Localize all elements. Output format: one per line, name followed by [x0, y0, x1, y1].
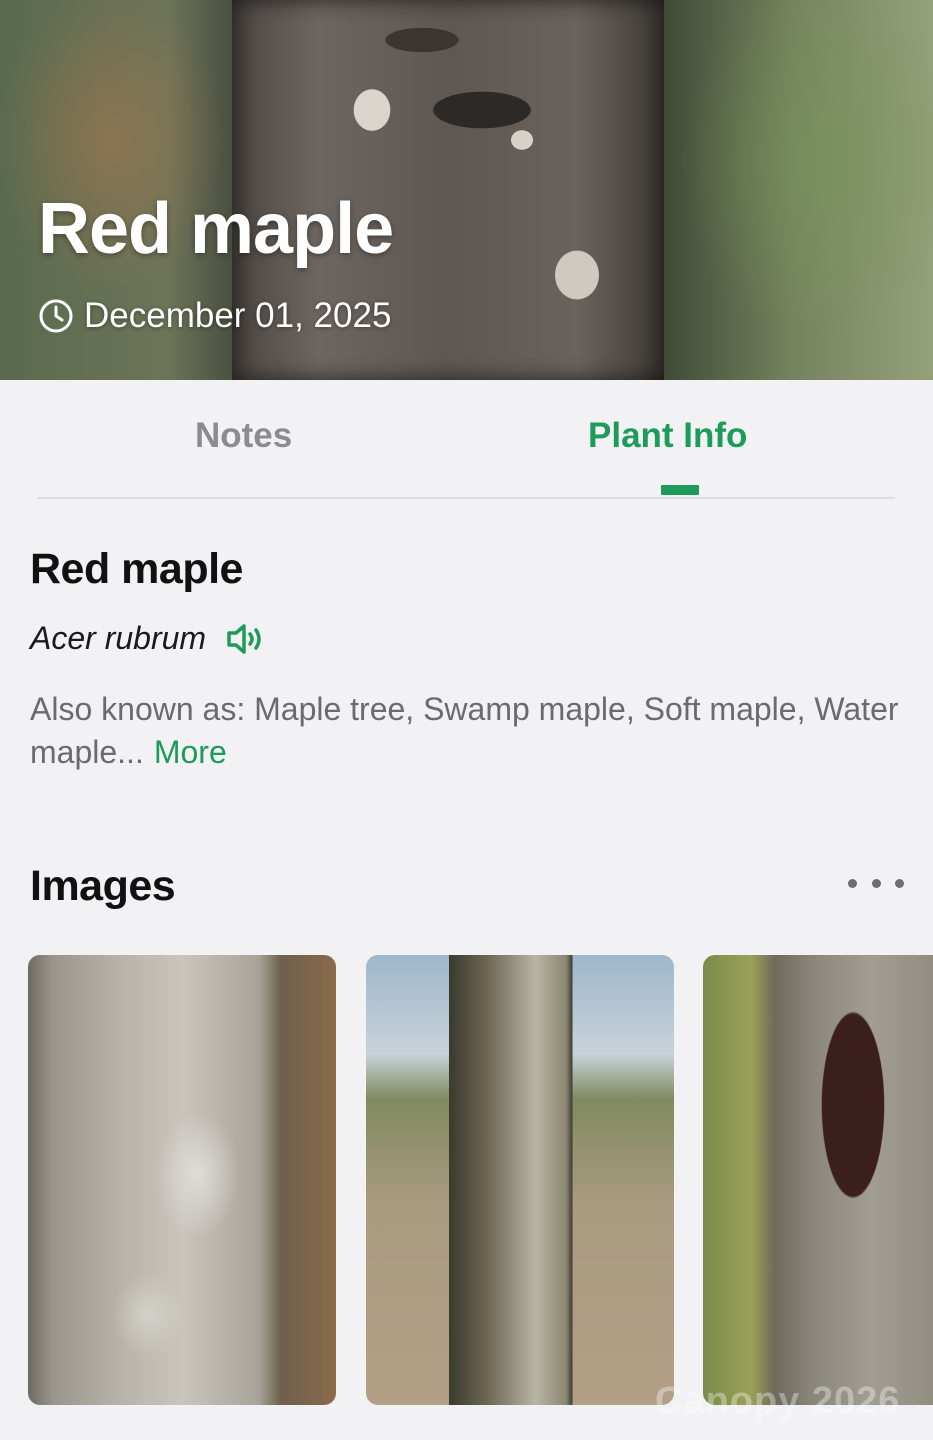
clock-icon	[39, 299, 73, 333]
scientific-name: Acer rubrum	[30, 620, 207, 656]
tab-plant-info[interactable]: Plant Info	[588, 416, 747, 456]
tab-bar: Notes Plant Info	[38, 380, 895, 499]
image-thumbnail-3[interactable]	[703, 955, 933, 1405]
tab-notes[interactable]: Notes	[195, 416, 292, 456]
image-thumbnail-2[interactable]	[366, 955, 674, 1405]
also-known-as: Also known as: Maple tree, Swamp maple, …	[30, 688, 910, 774]
more-horizontal-icon[interactable]	[848, 866, 904, 900]
hero-image: Red maple December 01, 2025	[0, 0, 933, 380]
more-link[interactable]: More	[154, 734, 227, 770]
dot	[848, 878, 857, 888]
hero-title: Red maple	[38, 189, 394, 269]
active-tab-indicator	[661, 485, 699, 495]
image-thumbnail-1[interactable]	[28, 955, 336, 1405]
dot	[871, 878, 881, 888]
dot	[895, 878, 904, 888]
images-heading: Images	[30, 862, 176, 910]
scientific-name-row: Acer rubrum	[30, 620, 264, 657]
date-text: December 01, 2025	[84, 296, 392, 335]
plant-common-name: Red maple	[30, 545, 243, 593]
speaker-icon[interactable]	[226, 622, 264, 656]
hero-date: December 01, 2025	[38, 296, 391, 336]
watermark: Canopy 2026	[655, 1380, 901, 1422]
